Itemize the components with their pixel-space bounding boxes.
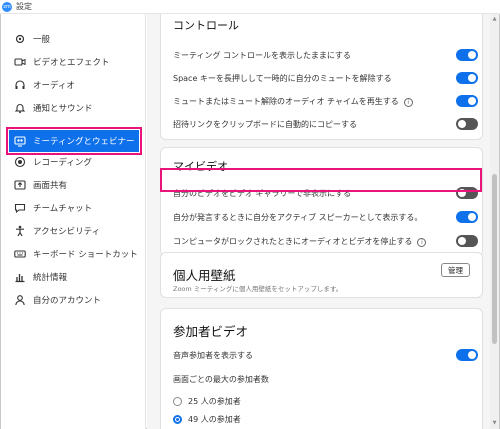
wallpaper-card: 個人用壁紙 Zoom ミーティングに個人用壁紙をセットアップします。 管理 (160, 252, 483, 298)
toggle-switch[interactable] (456, 95, 478, 107)
setting-label: ミュートまたはミュート解除のオーディオ チャイムを再生する (173, 96, 399, 106)
sidebar-item-label: 一般 (33, 35, 51, 45)
setting-label: Space キーを長押しして一時的に自分のミュートを解除する (173, 73, 392, 83)
sidebar-item-label: ミーティングとウェビナー (33, 137, 135, 147)
info-icon[interactable]: i (417, 237, 427, 247)
toggle-switch[interactable] (456, 72, 478, 84)
sidebar-item-meetings-webinars[interactable]: ミーティングとウェビナー (6, 127, 142, 155)
settings-window: 一般 ビデオとエフェクト オーディオ 通知とサウンド ミーティングとウェビナー (0, 14, 500, 429)
window-title: 設定 (16, 2, 32, 11)
sidebar-item-label: 画面共有 (33, 181, 68, 191)
setting-label: コンピュータがロックされたときにオーディオとビデオを停止する (173, 236, 413, 246)
video-camera-icon (13, 55, 27, 69)
setting-label-wrap: コンピュータがロックされたときにオーディオとビデオを停止する i (173, 236, 456, 247)
setting-row: コンピュータがロックされたときにオーディオとビデオを停止する i (173, 233, 478, 249)
max-participants-label-row: 画面ごとの最大の参加者数 (173, 371, 478, 387)
sidebar-item-label: アクセシビリティ (33, 227, 101, 237)
toggle-switch[interactable] (456, 349, 478, 361)
toggle-knob (468, 351, 476, 359)
sidebar-item-accessibility[interactable]: アクセシビリティ (9, 220, 139, 242)
radio-label: 49 人の参加者 (188, 414, 241, 424)
toggle-switch[interactable] (456, 49, 478, 61)
radio-option-25[interactable]: 25 人の参加者 (173, 393, 478, 409)
sidebar-item-my-account[interactable]: 自分のアカウント (9, 289, 139, 311)
meeting-icon (13, 134, 27, 148)
sidebar-item-video-effects[interactable]: ビデオとエフェクト (9, 51, 139, 73)
sidebar-item-label: 統計情報 (33, 273, 68, 283)
sidebar-item-statistics[interactable]: 統計情報 (9, 266, 139, 288)
title-bar: zm 設定 (0, 0, 500, 14)
toggle-switch[interactable] (456, 118, 478, 130)
section-title: 参加者ビデオ (173, 324, 249, 339)
sidebar-item-label: チームチャット (33, 204, 93, 214)
setting-label: 音声参加者を表示する (173, 350, 253, 360)
toggle-knob (458, 120, 466, 128)
settings-content[interactable]: コントロール ミーティング コントロールを表示したままにする Space キーを… (147, 14, 491, 429)
sidebar-item-notifications[interactable]: 通知とサウンド (9, 97, 139, 119)
scrollbar[interactable]: ▲ ▼ (490, 14, 499, 429)
toggle-knob (458, 237, 466, 245)
sidebar-item-recording[interactable]: レコーディング (9, 151, 139, 173)
scroll-thumb[interactable] (492, 174, 497, 344)
setting-row: 招待リンクをクリップボードに自動的にコピーする (173, 116, 478, 132)
toggle-knob (468, 97, 476, 105)
setting-label: 自分が発言するときに自分をアクティブ スピーカーとして表示する。 (173, 212, 423, 222)
setting-label: ミーティング コントロールを表示したままにする (173, 50, 351, 60)
record-icon (13, 155, 27, 169)
chat-icon (13, 201, 27, 215)
scroll-down-arrow-icon[interactable]: ▼ (491, 420, 498, 427)
toggle-knob (468, 74, 476, 82)
statistics-icon (13, 270, 27, 284)
setting-label: 画面ごとの最大の参加者数 (173, 374, 269, 384)
toggle-switch[interactable] (456, 211, 478, 223)
toggle-knob (468, 51, 476, 59)
user-icon (13, 293, 27, 307)
sidebar-item-label: ビデオとエフェクト (33, 58, 110, 68)
radio-option-49[interactable]: 49 人の参加者 (173, 411, 478, 427)
sidebar-item-label: 自分のアカウント (33, 296, 102, 306)
sidebar-item-label: 通知とサウンド (33, 104, 93, 114)
setting-row: ミーティング コントロールを表示したままにする (173, 47, 478, 63)
sidebar-item-keyboard-shortcuts[interactable]: キーボード ショートカット (9, 243, 139, 265)
sidebar-item-team-chat[interactable]: チームチャット (9, 197, 139, 219)
participant-video-card: 参加者ビデオ 音声参加者を表示する 画面ごとの最大の参加者数 25 人の参加者 … (160, 308, 483, 429)
manage-button[interactable]: 管理 (441, 263, 470, 277)
scroll-up-arrow-icon[interactable]: ▲ (491, 16, 498, 23)
bell-icon (13, 101, 27, 115)
headphones-icon (13, 78, 27, 92)
highlight-box (160, 168, 482, 192)
keyboard-icon (13, 247, 27, 261)
sidebar-item-label: レコーディング (33, 158, 92, 168)
setting-row: ミュートまたはミュート解除のオーディオ チャイムを再生する i (173, 93, 478, 109)
setting-label-wrap: ミュートまたはミュート解除のオーディオ チャイムを再生する i (173, 96, 456, 107)
sidebar: 一般 ビデオとエフェクト オーディオ 通知とサウンド ミーティングとウェビナー (1, 14, 146, 429)
setting-row: 自分が発言するときに自分をアクティブ スピーカーとして表示する。 (173, 209, 478, 225)
radio-button-selected[interactable] (173, 414, 182, 424)
sidebar-item-label: オーディオ (33, 81, 75, 91)
sidebar-item-general[interactable]: 一般 (9, 28, 139, 50)
sidebar-item-label: キーボード ショートカット (33, 250, 138, 260)
controls-card: コントロール ミーティング コントロールを表示したままにする Space キーを… (160, 14, 483, 140)
radio-button[interactable] (173, 396, 182, 406)
section-description: Zoom ミーティングに個人用壁紙をセットアップします。 (173, 285, 343, 293)
setting-row: Space キーを長押しして一時的に自分のミュートを解除する (173, 70, 478, 86)
section-title: コントロール (173, 19, 239, 32)
setting-row: 音声参加者を表示する (173, 347, 478, 363)
section-title: 個人用壁紙 (173, 268, 236, 283)
info-icon[interactable]: i (403, 97, 413, 107)
toggle-knob (468, 213, 476, 221)
my-video-card: マイビデオ 自分のビデオをビデオ ギャラリーで非表示にする 自分が発言するときに… (160, 147, 483, 257)
setting-label: 招待リンクをクリップボードに自動的にコピーする (173, 119, 357, 129)
sidebar-item-share-screen[interactable]: 画面共有 (9, 174, 139, 196)
sidebar-item-audio[interactable]: オーディオ (9, 74, 139, 96)
share-screen-icon (13, 178, 27, 192)
zoom-app-icon: zm (2, 1, 12, 12)
radio-label: 25 人の参加者 (188, 396, 241, 406)
gear-icon (13, 32, 27, 46)
toggle-switch[interactable] (456, 235, 478, 247)
accessibility-icon (13, 224, 27, 238)
